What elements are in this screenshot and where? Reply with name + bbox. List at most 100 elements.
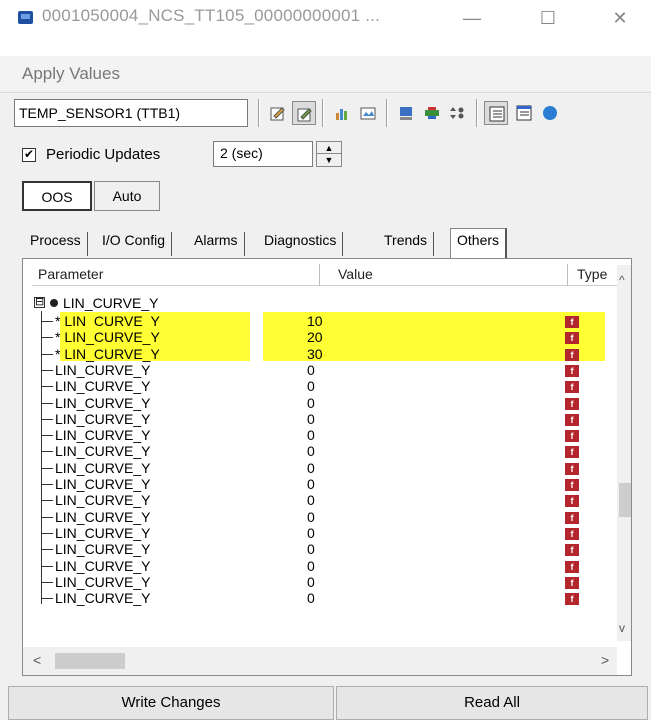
list-view-icon[interactable] [484,101,508,125]
parameter-value[interactable]: 0 [307,411,315,428]
parameter-name: LIN_CURVE_Y [55,508,151,525]
update-interval-field[interactable]: 2 (sec) [213,141,313,167]
table-row[interactable]: LIN_CURVE_Y 0 f [23,558,604,575]
group-collapse-toggle[interactable]: ⊟ [34,297,45,308]
parameter-value[interactable]: 0 [307,509,315,526]
horizontal-scrollbar[interactable]: < > [23,647,617,675]
auto-mode-button[interactable]: Auto [94,181,160,211]
interval-spinner[interactable]: ▲ ▼ [316,141,342,167]
parameter-value[interactable]: 0 [307,558,315,575]
column-divider[interactable] [567,264,568,286]
detail-view-icon[interactable] [512,101,536,125]
image-icon[interactable] [356,101,380,125]
edit-icon[interactable] [266,101,290,125]
scroll-up-icon[interactable]: ^ [619,273,625,287]
parameter-value[interactable]: 0 [307,460,315,477]
float-type-icon: f [565,527,579,540]
download-icon[interactable] [394,101,418,125]
table-row[interactable]: LIN_CURVE_Y 0 f [23,525,604,542]
tab-process[interactable]: Process [30,232,88,256]
tab-others[interactable]: Others [450,228,508,258]
group-bullet-icon [50,299,58,307]
parameter-value[interactable]: 0 [307,525,315,542]
float-type-icon: f [565,430,579,443]
chart-icon[interactable] [330,101,354,125]
write-changes-button[interactable]: Write Changes [8,686,334,720]
parameter-value[interactable]: 0 [307,476,315,493]
parameter-value[interactable]: 0 [307,492,315,509]
scroll-right-icon[interactable]: > [601,652,609,668]
table-row[interactable]: LIN_CURVE_Y 0 f [23,378,604,395]
float-type-icon: f [565,511,579,524]
toolbar-separator [476,99,478,127]
table-row[interactable]: LIN_CURVE_Y 0 f [23,574,604,591]
column-divider[interactable] [319,264,320,286]
float-type-icon: f [565,446,579,459]
horizontal-scroll-thumb[interactable] [55,653,125,669]
tab-trends[interactable]: Trends [384,232,435,256]
minimize-button[interactable]: — [452,4,492,32]
vertical-scrollbar[interactable]: ^ v [617,265,631,641]
tab-alarms[interactable]: Alarms [194,232,245,256]
parameter-value[interactable]: 0 [307,574,315,591]
table-row[interactable]: LIN_CURVE_Y 0 f [23,509,604,526]
menu-apply-values[interactable]: Apply Values [22,64,120,84]
info-icon[interactable] [538,101,562,125]
table-row[interactable]: LIN_CURVE_Y 0 f [23,541,604,558]
group-name: LIN_CURVE_Y [63,295,159,311]
oos-mode-button[interactable]: OOS [22,181,92,211]
table-row[interactable]: LIN_CURVE_Y 0 f [23,443,604,460]
table-row[interactable]: LIN_CURVE_Y 0 f [23,492,604,509]
table-row[interactable]: LIN_CURVE_Y 0 f [23,411,604,428]
parameter-name: * LIN_CURVE_Y [55,345,160,362]
table-row[interactable]: LIN_CURVE_Y 0 f [23,362,604,379]
tab-io-config[interactable]: I/O Config [102,232,173,256]
tab-diagnostics[interactable]: Diagnostics [264,232,344,256]
float-type-icon: f [565,332,579,345]
parameter-value[interactable]: 0 [307,378,315,395]
parameter-value[interactable]: 0 [307,443,315,460]
column-header-parameter[interactable]: Parameter [38,266,103,282]
scroll-left-icon[interactable]: < [33,652,41,668]
spinner-down-icon[interactable]: ▼ [317,154,341,166]
parameter-value[interactable]: 0 [307,541,315,558]
table-row[interactable]: * LIN_CURVE_Y 30 f [23,346,604,363]
edit-selected-icon[interactable] [292,101,316,125]
read-all-button[interactable]: Read All [336,686,648,720]
menu-bar: Apply Values [0,56,651,90]
column-header-value[interactable]: Value [338,266,373,282]
float-type-icon: f [565,495,579,508]
transfer-icon[interactable] [420,101,444,125]
column-header-type[interactable]: Type [577,266,607,282]
parameter-value[interactable]: 30 [307,346,323,363]
group-row[interactable]: LIN_CURVE_Y [63,295,263,312]
parameter-name: LIN_CURVE_Y [55,427,151,444]
periodic-updates-checkbox[interactable]: ✔ [22,148,36,162]
float-type-icon: f [565,479,579,491]
parameter-value[interactable]: 0 [307,590,315,607]
table-row[interactable]: LIN_CURVE_Y 0 f [23,590,604,607]
vertical-scroll-thumb[interactable] [619,483,631,517]
table-row[interactable]: LIN_CURVE_Y 0 f [23,395,604,412]
table-row[interactable]: LIN_CURVE_Y 0 f [23,476,604,493]
parameter-name: LIN_CURVE_Y [55,361,151,378]
grid-header: Parameter Value Type [32,264,623,286]
toolbar-separator [258,99,260,127]
parameter-value[interactable]: 0 [307,362,315,379]
window-title: 0001050004_NCS_TT105_00000000001 ... [42,6,381,25]
parameter-value[interactable]: 0 [307,395,315,412]
parameter-value[interactable]: 0 [307,427,315,444]
float-type-icon: f [565,397,579,410]
device-selector[interactable]: TEMP_SENSOR1 (TTB1) [14,99,248,127]
parameter-name: LIN_CURVE_Y [55,492,151,509]
table-row[interactable]: LIN_CURVE_Y 0 f [23,427,604,444]
float-type-icon: f [565,593,579,606]
close-button[interactable]: ✕ [600,4,640,32]
scroll-down-icon[interactable]: v [619,621,625,635]
sort-icon[interactable] [446,101,470,125]
toolbar: TEMP_SENSOR1 (TTB1) [0,92,651,134]
table-row[interactable]: LIN_CURVE_Y 0 f [23,460,604,477]
float-type-icon: f [565,413,579,426]
maximize-button[interactable]: ☐ [528,4,568,32]
spinner-up-icon[interactable]: ▲ [317,142,341,154]
